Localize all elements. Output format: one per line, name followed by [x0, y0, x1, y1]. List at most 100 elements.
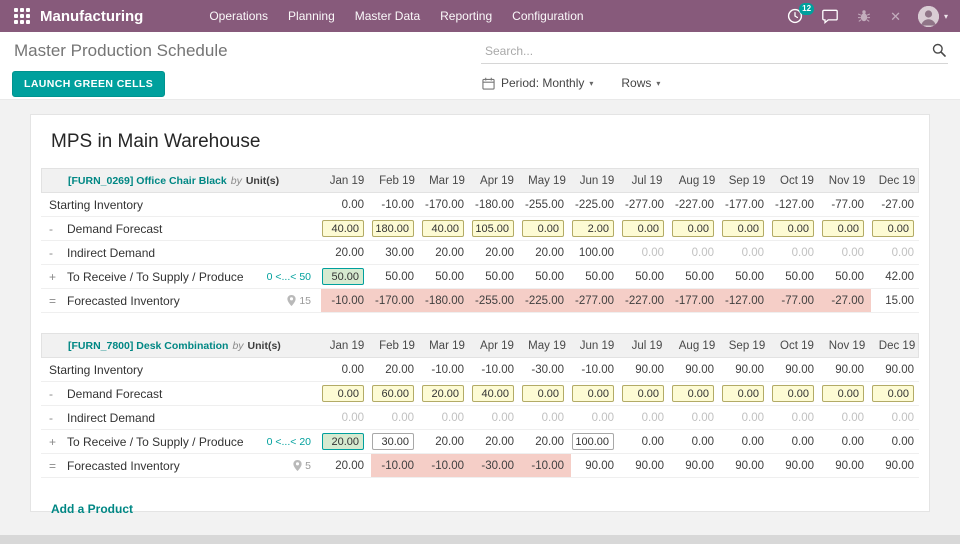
mps-cell [571, 217, 621, 240]
mps-cell-input[interactable] [622, 385, 664, 402]
search-icon[interactable] [932, 43, 946, 57]
mps-cell [521, 382, 571, 405]
menu-planning[interactable]: Planning [288, 9, 335, 23]
mps-cell-input[interactable] [822, 385, 864, 402]
mps-cell-input[interactable] [772, 220, 814, 237]
mps-cell: 90.00 [835, 363, 864, 376]
menu-master-data[interactable]: Master Data [355, 9, 420, 23]
mps-cell: 0.00 [441, 411, 464, 424]
mps-cell-input[interactable] [872, 220, 914, 237]
menu-reporting[interactable]: Reporting [440, 9, 492, 23]
caret-down-icon: ▾ [943, 11, 948, 21]
page-title: Master Production Schedule [14, 41, 228, 60]
apps-grid-icon[interactable] [14, 8, 30, 24]
mps-cell [771, 382, 821, 405]
mps-cell-input[interactable] [822, 220, 864, 237]
menu-configuration[interactable]: Configuration [512, 9, 583, 23]
mps-cell: -27.00 [821, 289, 871, 312]
row-label-cell: - Indirect Demand [41, 406, 321, 429]
close-icon[interactable]: ✕ [890, 10, 901, 23]
mps-cell: 0.00 [891, 246, 914, 259]
mps-cell-input[interactable] [372, 385, 414, 402]
top-menu: Operations Planning Master Data Reportin… [199, 9, 593, 23]
product-link[interactable]: [FURN_7800] Desk Combination [68, 340, 228, 352]
mps-cell: 0.00 [841, 246, 864, 259]
mps-cell [421, 217, 471, 240]
user-menu[interactable]: ▾ [917, 5, 948, 27]
mps-cell-input[interactable] [622, 220, 664, 237]
map-pin-icon [287, 295, 296, 306]
month-header: Oct 19 [780, 339, 814, 352]
map-pin-icon [293, 460, 302, 471]
period-dropdown[interactable]: Period: Monthly ▾ [482, 76, 593, 90]
row-demand-forecast: - Demand Forecast [41, 217, 919, 241]
activity-count-badge: 12 [799, 3, 815, 15]
mps-cell-input[interactable] [472, 220, 514, 237]
product-header-cell: [FURN_7800] Desk Combination by Unit(s) [42, 334, 322, 357]
messages-icon[interactable] [822, 9, 838, 24]
mps-cell [471, 382, 521, 405]
row-label-cell: Starting Inventory [41, 358, 321, 381]
product-header-cell: [FURN_0269] Office Chair Black by Unit(s) [42, 169, 322, 192]
mps-cell-input[interactable] [572, 385, 614, 402]
mps-cell: 0.00 [891, 411, 914, 424]
product-header-row: [FURN_0269] Office Chair Black by Unit(s) J… [41, 168, 919, 193]
mps-cell [321, 382, 371, 405]
mps-cell-input[interactable] [572, 220, 614, 237]
row-indirect-demand: - Indirect Demand 20.00 30.00 20.00 20.00 20.0… [41, 241, 919, 265]
mps-cell-input[interactable] [572, 433, 614, 450]
mps-cell-input[interactable] [722, 385, 764, 402]
mps-cell-input[interactable] [322, 268, 364, 285]
launch-green-cells-button[interactable]: LAUNCH GREEN CELLS [12, 71, 166, 97]
menu-operations[interactable]: Operations [209, 9, 268, 23]
mps-cell-input[interactable] [422, 385, 464, 402]
mps-cell-input[interactable] [672, 385, 714, 402]
mps-cell-input[interactable] [672, 220, 714, 237]
mps-cell: -227.00 [621, 289, 671, 312]
row-to-receive: + To Receive / To Supply / Produce 0 <...<… [41, 265, 919, 289]
mps-cell-input[interactable] [522, 385, 564, 402]
app-title[interactable]: Manufacturing [40, 8, 143, 25]
mps-cell-input[interactable] [522, 220, 564, 237]
mps-card: MPS in Main Warehouse [FURN_0269] Office… [30, 114, 930, 516]
rows-dropdown[interactable]: Rows ▾ [621, 76, 660, 90]
mps-cell-input[interactable] [322, 433, 364, 450]
row-label-cell: + To Receive / To Supply / Produce 0 <...<… [41, 265, 321, 288]
mps-cell-input[interactable] [372, 433, 414, 450]
mps-cell-input[interactable] [722, 220, 764, 237]
activities-clock-icon[interactable]: 12 [787, 3, 815, 24]
avatar [917, 5, 939, 27]
mps-cell-input[interactable] [322, 385, 364, 402]
mps-cell: 0.00 [341, 363, 364, 376]
period-dropdown-label: Period: Monthly [501, 76, 585, 90]
mps-cell [721, 217, 771, 240]
mps-cell: 20.00 [385, 363, 414, 376]
mps-cell: 20.00 [435, 246, 464, 259]
row-operator: - [49, 245, 53, 260]
mps-cell: 20.00 [435, 435, 464, 448]
mps-cell: -227.00 [674, 198, 714, 211]
mps-cell [621, 217, 671, 240]
mps-cell-input[interactable] [872, 385, 914, 402]
add-product-link[interactable]: Add a Product [51, 502, 133, 516]
mps-cell-input[interactable] [422, 220, 464, 237]
mps-cell-input[interactable] [372, 220, 414, 237]
mps-cell [321, 217, 371, 240]
row-label-cell: = Forecasted Inventory 15 [41, 289, 321, 312]
product-link[interactable]: [FURN_0269] Office Chair Black [68, 175, 227, 187]
mps-cell: 50.00 [685, 270, 714, 283]
top-navbar: Manufacturing Operations Planning Master… [0, 0, 960, 32]
mps-cell-input[interactable] [322, 220, 364, 237]
mps-cell: -277.00 [571, 289, 621, 312]
row-label: Forecasted Inventory [67, 458, 180, 473]
row-label: Forecasted Inventory [67, 293, 180, 308]
bug-icon[interactable] [857, 9, 871, 23]
mps-cell: 20.00 [485, 435, 514, 448]
mps-cell [671, 217, 721, 240]
mps-cell-input[interactable] [472, 385, 514, 402]
row-label: Demand Forecast [67, 386, 163, 401]
mps-cell: -170.00 [424, 198, 464, 211]
search-input[interactable] [481, 39, 948, 64]
mps-cell: 0.00 [791, 435, 814, 448]
mps-cell-input[interactable] [772, 385, 814, 402]
